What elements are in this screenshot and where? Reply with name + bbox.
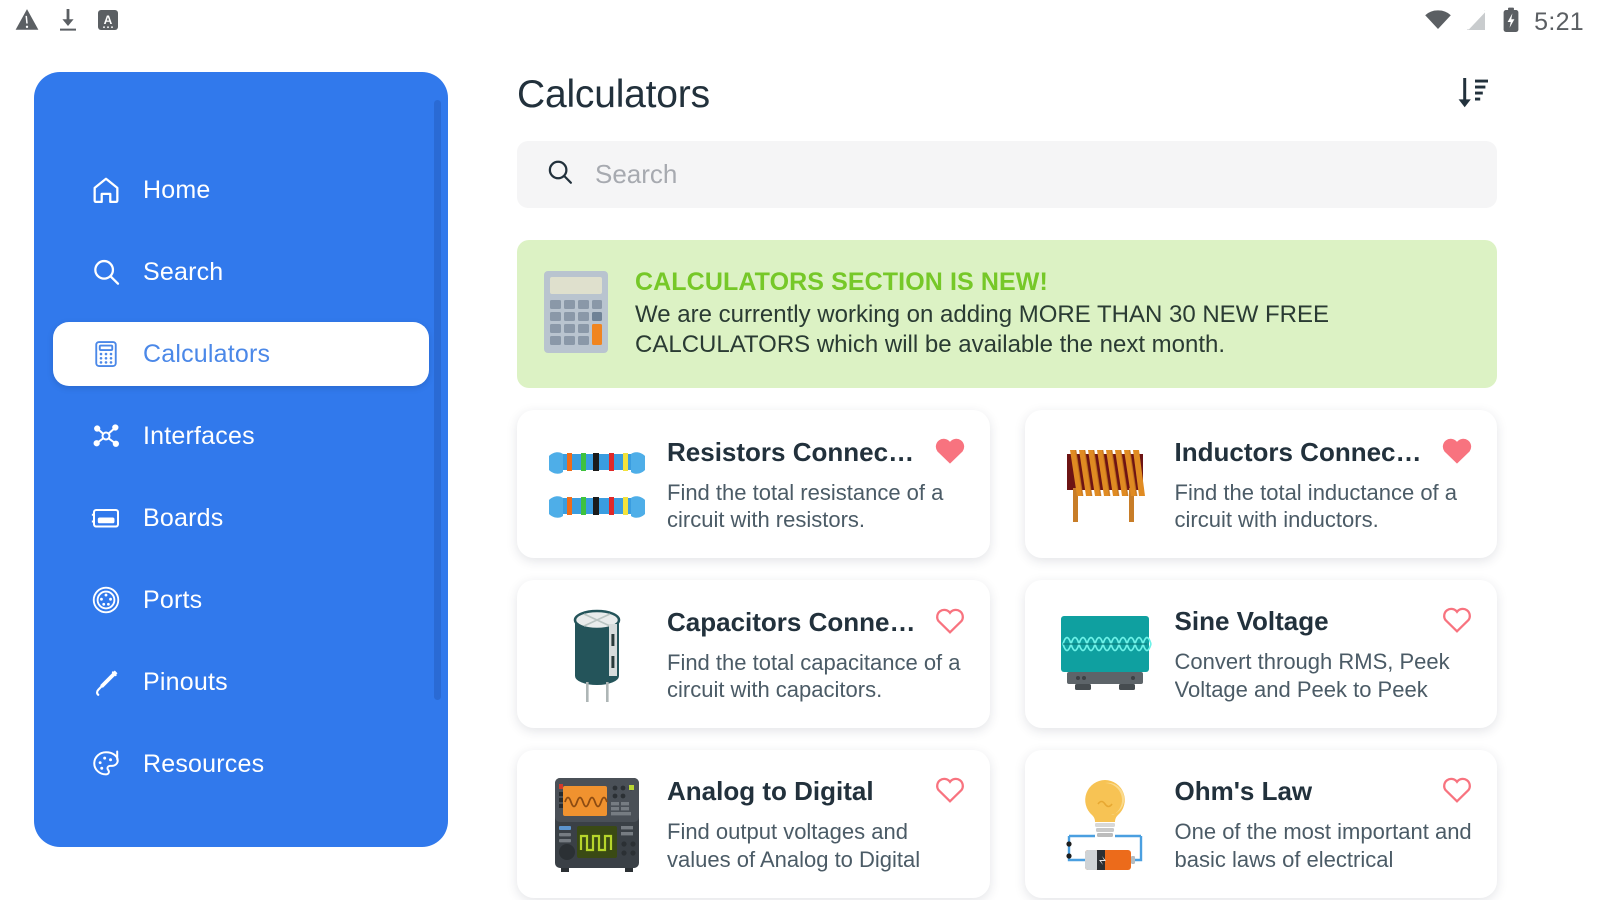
calculator-card-resistors-connecting[interactable]: Resistors Connecting Find the total resi… xyxy=(517,410,990,558)
sidebar-item-resources[interactable]: Resources xyxy=(53,732,429,796)
favorite-heart-icon-filled[interactable] xyxy=(934,435,966,470)
palette-icon xyxy=(89,747,123,781)
card-title: Inductors Connecti… xyxy=(1174,436,1425,467)
sidebar-item-label: Search xyxy=(143,257,224,286)
sidebar-item-label: Calculators xyxy=(143,339,271,368)
card-body: Inductors Connecti… Find the total induc… xyxy=(1175,435,1478,534)
status-bar-left-icons: A xyxy=(14,7,136,38)
app-a-icon: A xyxy=(96,8,120,37)
search-icon xyxy=(545,157,575,192)
main-header: Calculators xyxy=(517,44,1497,128)
favorite-heart-icon-outline[interactable] xyxy=(1441,774,1473,809)
sidebar-item-label: Home xyxy=(143,175,211,204)
sidebar-item-ports[interactable]: Ports xyxy=(53,568,429,632)
card-description: Find the total capacitance of a circuit … xyxy=(667,649,961,703)
sidebar-item-interfaces[interactable]: Interfaces xyxy=(53,404,429,468)
card-description: Find output voltages and values of Analo… xyxy=(667,819,921,872)
card-title-row: Sine Voltage xyxy=(1175,604,1474,639)
sidebar-item-boards[interactable]: Boards xyxy=(53,486,429,550)
status-bar: A 5:21 xyxy=(0,0,1600,44)
card-description: Find the total inductance of a circuit w… xyxy=(1174,479,1458,533)
card-title-row: Analog to Digital xyxy=(667,774,966,809)
calculator-card-capacitors-connecting[interactable]: Capacitors Connect… Find the total capac… xyxy=(517,580,990,728)
adc-instrument-icon xyxy=(545,772,649,876)
port-icon xyxy=(89,583,123,617)
card-body: Sine Voltage Convert through RMS, Peek V… xyxy=(1175,604,1478,704)
card-body: Analog to Digital Find output voltages a… xyxy=(667,774,970,874)
page-title: Calculators xyxy=(517,73,710,116)
calculator-icon xyxy=(89,337,123,371)
app-body: Home Search Calculators Interfaces Board… xyxy=(0,44,1600,900)
sidebar-container: Home Search Calculators Interfaces Board… xyxy=(0,44,465,900)
favorite-heart-icon-outline[interactable] xyxy=(934,774,966,809)
banner-text-block: CALCULATORS SECTION IS NEW! We are curre… xyxy=(635,268,1467,361)
interfaces-icon xyxy=(89,419,123,453)
calculator-card-grid: Resistors Connecting Find the total resi… xyxy=(517,410,1497,898)
oscilloscope-icon xyxy=(1053,602,1157,706)
calculator-card-ohms-law[interactable]: Ohm's Law One of the most important and … xyxy=(1024,750,1497,898)
sidebar-item-home[interactable]: Home xyxy=(53,158,429,222)
card-body: Ohm's Law One of the most important and … xyxy=(1175,774,1478,874)
card-title: Sine Voltage xyxy=(1174,606,1329,636)
inductor-icon xyxy=(1053,432,1157,536)
resistors-icon xyxy=(545,432,649,536)
search-input[interactable] xyxy=(595,159,1405,190)
wifi-icon xyxy=(1424,9,1452,36)
signal-off-icon xyxy=(1465,8,1489,37)
sidebar-item-label: Ports xyxy=(143,585,203,614)
sidebar-item-label: Interfaces xyxy=(143,421,255,450)
card-title-row: Capacitors Connect… xyxy=(667,605,966,640)
home-icon xyxy=(89,173,123,207)
card-body: Capacitors Connect… Find the total capac… xyxy=(667,605,970,704)
banner-description: We are currently working on adding MORE … xyxy=(635,300,1330,358)
sidebar-scrollbar[interactable] xyxy=(434,100,441,700)
sidebar-item-calculators[interactable]: Calculators xyxy=(53,322,429,386)
sidebar-item-search[interactable]: Search xyxy=(53,240,429,304)
card-body: Resistors Connecting Find the total resi… xyxy=(667,435,970,534)
sidebar: Home Search Calculators Interfaces Board… xyxy=(34,72,448,847)
search-box[interactable] xyxy=(517,141,1497,208)
favorite-heart-icon-outline[interactable] xyxy=(1441,604,1473,639)
favorite-heart-icon-outline[interactable] xyxy=(934,605,966,640)
calculator-card-sine-voltage[interactable]: Sine Voltage Convert through RMS, Peek V… xyxy=(1024,580,1497,728)
favorite-heart-icon-filled[interactable] xyxy=(1441,435,1473,470)
lightbulb-circuit-icon xyxy=(1053,772,1157,876)
card-description: One of the most important and basic laws… xyxy=(1174,819,1472,872)
capacitor-icon xyxy=(545,602,649,706)
calculator-icon xyxy=(543,270,609,359)
card-title: Capacitors Connect… xyxy=(667,606,917,637)
card-description: Convert through RMS, Peek Voltage and Pe… xyxy=(1174,649,1450,702)
card-title-row: Resistors Connecting xyxy=(667,435,966,470)
card-description: Find the total resistance of a circuit w… xyxy=(667,479,944,533)
battery-charging-icon xyxy=(1502,7,1520,38)
sidebar-item-pinouts[interactable]: Pinouts xyxy=(53,650,429,714)
banner-title: CALCULATORS SECTION IS NEW! xyxy=(635,267,1048,296)
sidebar-item-label: Boards xyxy=(143,503,224,532)
sort-descending-icon[interactable] xyxy=(1445,68,1497,123)
sidebar-item-label: Resources xyxy=(143,749,265,778)
warning-triangle-icon xyxy=(14,7,40,38)
status-bar-right-icons: 5:21 xyxy=(1411,7,1584,38)
card-title: Ohm's Law xyxy=(1174,776,1313,806)
board-icon xyxy=(89,501,123,535)
download-icon xyxy=(56,7,80,38)
calculator-card-analog-to-digital[interactable]: Analog to Digital Find output voltages a… xyxy=(517,750,990,898)
card-title-row: Ohm's Law xyxy=(1175,774,1474,809)
calculator-card-inductors-connecting[interactable]: Inductors Connecti… Find the total induc… xyxy=(1024,410,1497,558)
card-title-row: Inductors Connecti… xyxy=(1175,435,1474,470)
search-icon xyxy=(89,255,123,289)
status-clock: 5:21 xyxy=(1534,7,1584,36)
announcement-banner: CALCULATORS SECTION IS NEW! We are curre… xyxy=(517,240,1497,388)
main-content: Calculators Search CALCULATORS SECTION I… xyxy=(465,44,1600,900)
card-title: Resistors Connecting xyxy=(667,436,917,467)
pinout-icon xyxy=(89,665,123,699)
card-title: Analog to Digital xyxy=(667,776,874,806)
sidebar-item-label: Pinouts xyxy=(143,667,228,696)
svg-text:A: A xyxy=(104,13,113,27)
